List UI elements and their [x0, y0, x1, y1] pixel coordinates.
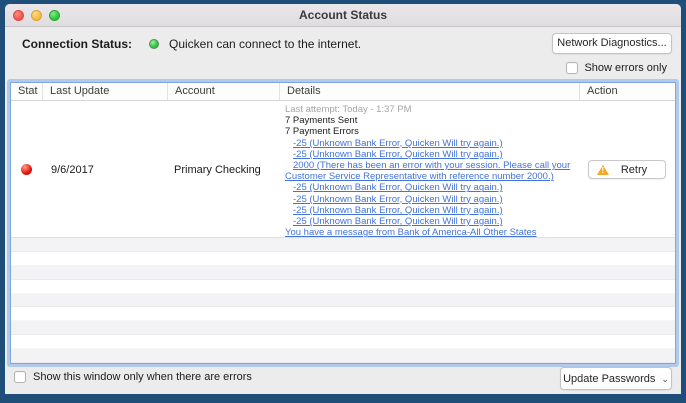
column-header-action[interactable]: Action — [579, 83, 675, 100]
show-window-only-label: Show this window only when there are err… — [33, 371, 252, 383]
show-window-only-control[interactable]: Show this window only when there are err… — [14, 371, 252, 383]
detail-text: 7 Payments Sent — [285, 115, 577, 126]
account-status-table: Stat▼ Last Update Account Details Action… — [10, 82, 676, 364]
empty-table-row — [11, 335, 675, 349]
empty-rows — [11, 238, 675, 363]
status-cell — [11, 101, 42, 238]
update-passwords-button[interactable]: Update Passwords ⌄ — [560, 367, 672, 390]
chevron-down-icon: ⌄ — [661, 374, 669, 385]
connection-status-text: Quicken can connect to the internet. — [169, 37, 361, 51]
screenshot-frame: Account Status Connection Status: Quicke… — [0, 0, 686, 403]
empty-table-row — [11, 252, 675, 266]
detail-link[interactable]: You have a message from Bank of America-… — [285, 227, 577, 238]
empty-table-row — [11, 321, 675, 335]
empty-table-row — [11, 266, 675, 280]
show-window-only-checkbox[interactable] — [14, 371, 26, 383]
empty-table-row — [11, 307, 675, 321]
update-passwords-label: Update Passwords — [563, 373, 655, 385]
detail-link[interactable]: -25 (Unknown Bank Error, Quicken Will tr… — [285, 194, 577, 205]
empty-table-row — [11, 349, 675, 363]
detail-link[interactable]: -25 (Unknown Bank Error, Quicken Will tr… — [285, 182, 577, 193]
show-errors-only-checkbox[interactable] — [566, 62, 578, 74]
warning-icon — [597, 165, 609, 175]
show-errors-only-label: Show errors only — [584, 62, 667, 74]
table-row[interactable]: 9/6/2017 Primary Checking Last attempt: … — [11, 101, 675, 238]
column-header-details[interactable]: Details — [279, 83, 579, 100]
retry-button[interactable]: Retry — [588, 160, 666, 179]
detail-link[interactable]: -25 (Unknown Bank Error, Quicken Will tr… — [285, 138, 577, 149]
error-status-icon — [21, 164, 32, 175]
show-errors-only-control[interactable]: Show errors only — [566, 62, 667, 74]
detail-link[interactable]: 2000 (There has been an error with your … — [285, 160, 577, 182]
empty-table-row — [11, 238, 675, 252]
empty-table-row — [11, 280, 675, 294]
column-header-account[interactable]: Account — [167, 83, 279, 100]
table-header: Stat▼ Last Update Account Details Action — [11, 83, 675, 101]
detail-text: Last attempt: Today - 1:37 PM — [285, 104, 577, 115]
connection-status-label: Connection Status: — [22, 37, 132, 51]
action-cell: Retry — [579, 101, 675, 238]
details-lines: Last attempt: Today - 1:37 PM7 Payments … — [279, 101, 579, 238]
network-diagnostics-button[interactable]: Network Diagnostics... — [552, 33, 672, 54]
connection-ok-icon — [149, 39, 159, 49]
account-status-window: Account Status Connection Status: Quicke… — [5, 4, 681, 394]
detail-link[interactable]: -25 (Unknown Bank Error, Quicken Will tr… — [285, 149, 577, 160]
retry-button-label: Retry — [609, 164, 665, 176]
empty-table-row — [11, 294, 675, 308]
connection-status-row: Connection Status: Quicken can connect t… — [22, 32, 361, 56]
detail-text: 7 Payment Errors — [285, 126, 577, 137]
column-header-last-update[interactable]: Last Update — [42, 83, 167, 100]
detail-link[interactable]: -25 (Unknown Bank Error, Quicken Will tr… — [285, 205, 577, 216]
detail-link[interactable]: -25 (Unknown Bank Error, Quicken Will tr… — [285, 216, 577, 227]
column-header-stat[interactable]: Stat▼ — [11, 83, 42, 100]
window-title: Account Status — [5, 4, 681, 27]
last-update-cell: 9/6/2017 — [42, 101, 167, 238]
account-cell: Primary Checking — [167, 101, 279, 238]
title-bar: Account Status — [5, 4, 681, 27]
